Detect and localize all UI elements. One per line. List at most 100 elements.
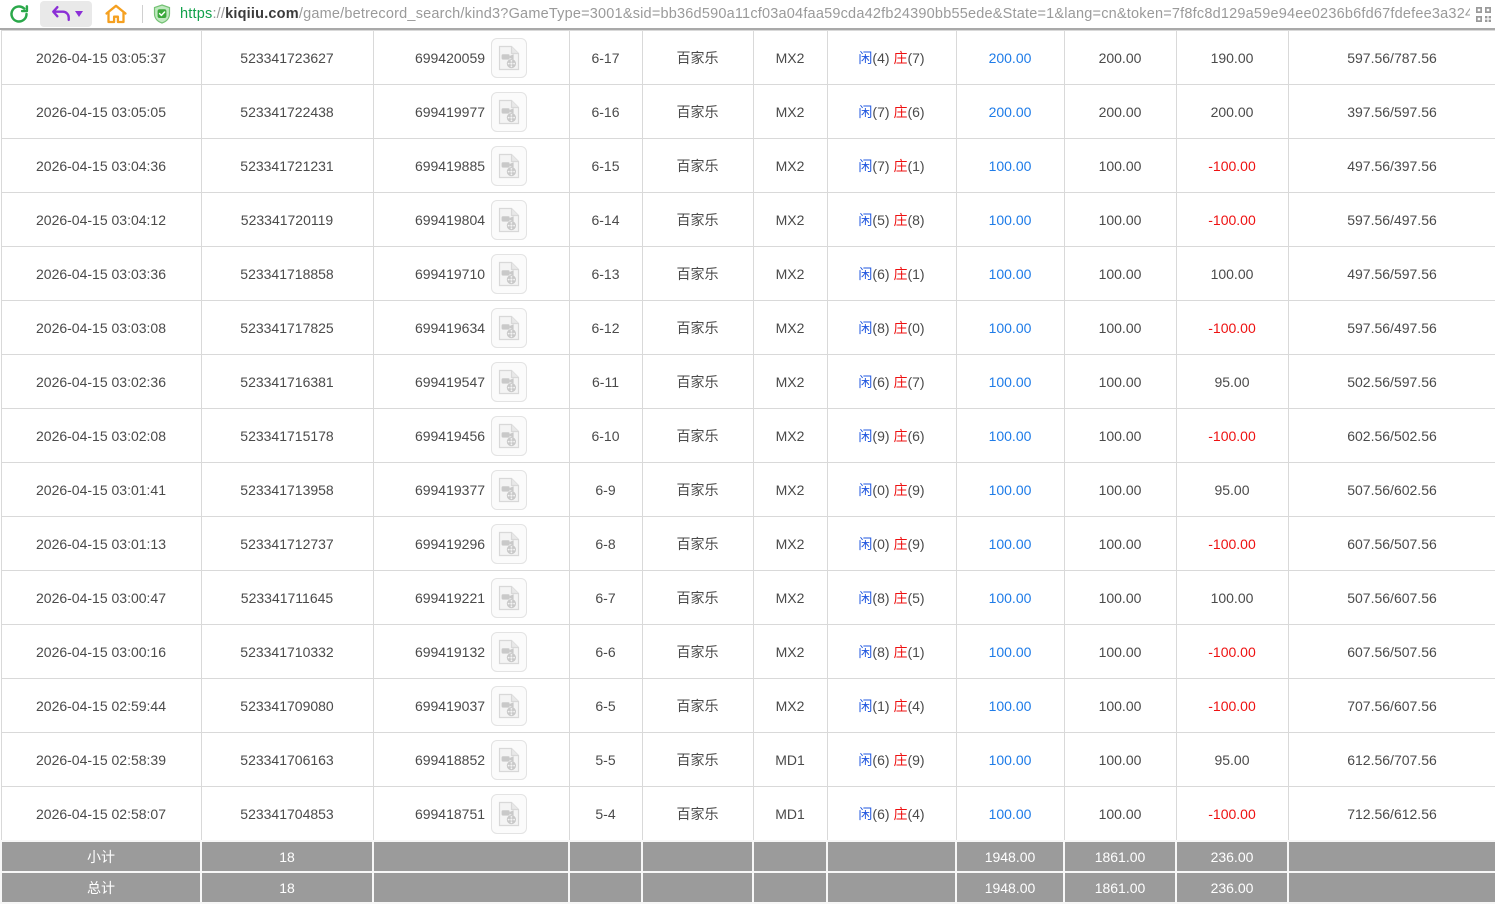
video-file-icon	[498, 639, 520, 665]
bet-amount-link[interactable]: 100.00	[989, 482, 1032, 498]
player-result-label: 闲	[858, 698, 872, 714]
banker-result-label: 庄	[893, 374, 907, 390]
game-round-id: 699419547	[415, 374, 485, 390]
back-icon	[50, 4, 72, 24]
bet-id: 523341704853	[240, 806, 333, 822]
banker-score: (1)	[907, 644, 924, 660]
player-score: (6)	[872, 266, 889, 282]
banker-result-label: 庄	[893, 698, 907, 714]
game-name: 百家乐	[677, 536, 719, 552]
game-name: 百家乐	[677, 320, 719, 336]
table-row: 2026-04-15 03:03:36 523341718858 6994197…	[1, 247, 1495, 301]
video-replay-button[interactable]	[491, 200, 527, 240]
bet-time: 2026-04-15 03:03:08	[36, 320, 166, 336]
player-score: (8)	[872, 590, 889, 606]
player-result-label: 闲	[858, 266, 872, 282]
banker-result-label: 庄	[893, 158, 907, 174]
banker-result-label: 庄	[893, 644, 907, 660]
balance: 507.56/607.56	[1347, 590, 1437, 606]
video-replay-button[interactable]	[491, 578, 527, 618]
player-result-label: 闲	[858, 590, 872, 606]
bet-amount-link[interactable]: 100.00	[989, 320, 1032, 336]
video-replay-button[interactable]	[491, 92, 527, 132]
bet-amount-link[interactable]: 200.00	[989, 50, 1032, 66]
table-code: MX2	[776, 266, 805, 282]
bet-amount-link[interactable]: 100.00	[989, 374, 1032, 390]
player-score: (0)	[872, 482, 889, 498]
bet-time: 2026-04-15 03:00:16	[36, 644, 166, 660]
balance: 497.56/397.56	[1347, 158, 1437, 174]
video-replay-button[interactable]	[491, 632, 527, 672]
bet-amount-link[interactable]: 100.00	[989, 158, 1032, 174]
valid-amount: 100.00	[1099, 698, 1142, 714]
balance: 502.56/597.56	[1347, 374, 1437, 390]
video-file-icon	[498, 801, 520, 827]
subtotal-row: 小计 18 1948.00 1861.00 236.00	[1, 841, 1495, 872]
bet-id: 523341709080	[240, 698, 333, 714]
video-file-icon	[498, 45, 520, 71]
video-replay-button[interactable]	[491, 686, 527, 726]
shoe-round: 6-14	[591, 212, 619, 228]
back-button[interactable]	[40, 1, 92, 27]
valid-amount: 100.00	[1099, 644, 1142, 660]
shoe-round: 6-15	[591, 158, 619, 174]
bet-amount-link[interactable]: 100.00	[989, 590, 1032, 606]
banker-result-label: 庄	[893, 212, 907, 228]
qr-code-button[interactable]	[1476, 7, 1491, 22]
video-file-icon	[498, 747, 520, 773]
player-result-label: 闲	[858, 212, 872, 228]
video-replay-button[interactable]	[491, 740, 527, 780]
game-round-id: 699419804	[415, 212, 485, 228]
video-replay-button[interactable]	[491, 146, 527, 186]
banker-score: (7)	[907, 374, 924, 390]
game-round-id: 699419132	[415, 644, 485, 660]
shoe-round: 6-12	[591, 320, 619, 336]
game-name: 百家乐	[677, 698, 719, 714]
bet-amount-link[interactable]: 100.00	[989, 266, 1032, 282]
table-code: MX2	[776, 374, 805, 390]
player-result-label: 闲	[858, 50, 872, 66]
bet-id: 523341715178	[240, 428, 333, 444]
valid-amount: 100.00	[1099, 806, 1142, 822]
video-replay-button[interactable]	[491, 416, 527, 456]
bet-amount-link[interactable]: 100.00	[989, 212, 1032, 228]
bet-amount-link[interactable]: 100.00	[989, 644, 1032, 660]
game-name: 百家乐	[677, 644, 719, 660]
win-loss: -100.00	[1208, 644, 1255, 660]
refresh-button[interactable]	[6, 1, 32, 27]
game-name: 百家乐	[677, 428, 719, 444]
bet-id: 523341721231	[240, 158, 333, 174]
video-replay-button[interactable]	[491, 524, 527, 564]
video-replay-button[interactable]	[491, 362, 527, 402]
total-bet-amount: 1948.00	[985, 880, 1036, 896]
shoe-round: 6-6	[595, 644, 615, 660]
game-round-id: 699418751	[415, 806, 485, 822]
video-replay-button[interactable]	[491, 308, 527, 348]
bet-time: 2026-04-15 02:58:39	[36, 752, 166, 768]
banker-result-label: 庄	[893, 536, 907, 552]
bet-amount-link[interactable]: 200.00	[989, 104, 1032, 120]
table-row: 2026-04-15 03:01:13 523341712737 6994192…	[1, 517, 1495, 571]
video-replay-button[interactable]	[491, 254, 527, 294]
banker-result-label: 庄	[893, 50, 907, 66]
video-replay-button[interactable]	[491, 794, 527, 834]
url-path: /game/betrecord_search/kind3?GameType=30…	[299, 6, 1470, 22]
table-row: 2026-04-15 03:04:36 523341721231 6994198…	[1, 139, 1495, 193]
table-row: 2026-04-15 03:01:41 523341713958 6994193…	[1, 463, 1495, 517]
bet-amount-link[interactable]: 100.00	[989, 428, 1032, 444]
home-button[interactable]	[102, 1, 130, 27]
bet-time: 2026-04-15 02:58:07	[36, 806, 166, 822]
bet-amount-link[interactable]: 100.00	[989, 752, 1032, 768]
shoe-round: 6-8	[595, 536, 615, 552]
player-result-label: 闲	[858, 374, 872, 390]
video-replay-button[interactable]	[491, 470, 527, 510]
bet-amount-link[interactable]: 100.00	[989, 698, 1032, 714]
player-score: (4)	[872, 50, 889, 66]
table-code: MD1	[775, 806, 805, 822]
address-bar[interactable]: https://kiqiiu.com/game/betrecord_search…	[153, 0, 1495, 28]
game-name: 百家乐	[677, 374, 719, 390]
video-replay-button[interactable]	[491, 38, 527, 78]
banker-score: (5)	[907, 590, 924, 606]
bet-amount-link[interactable]: 100.00	[989, 536, 1032, 552]
bet-amount-link[interactable]: 100.00	[989, 806, 1032, 822]
